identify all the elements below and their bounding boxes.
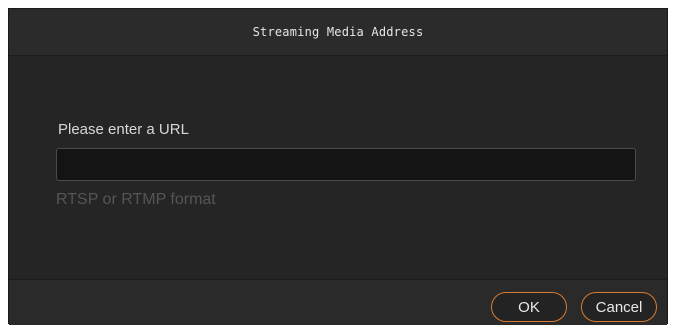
- url-input[interactable]: [56, 148, 636, 181]
- dialog-titlebar: Streaming Media Address: [9, 9, 667, 56]
- ok-button[interactable]: OK: [491, 292, 567, 322]
- streaming-media-dialog: Streaming Media Address Please enter a U…: [8, 8, 668, 325]
- url-format-hint: RTSP or RTMP format: [56, 191, 216, 208]
- cancel-button[interactable]: Cancel: [581, 292, 657, 322]
- url-label: Please enter a URL: [58, 121, 189, 138]
- dialog-footer: OK Cancel: [9, 279, 667, 325]
- dialog-title: Streaming Media Address: [252, 25, 424, 39]
